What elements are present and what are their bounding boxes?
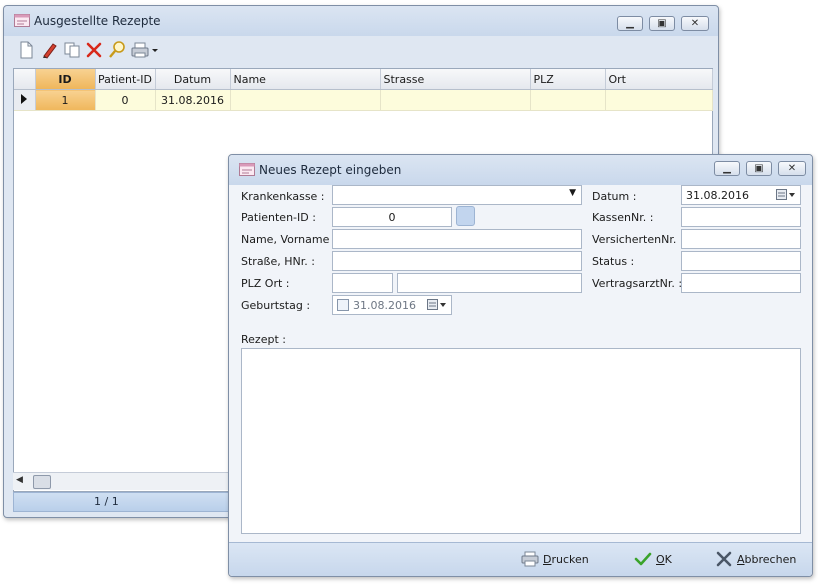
patienten-id-field[interactable]: 0 [332,207,452,227]
label-datum: Datum : [592,190,637,203]
datum-datepicker[interactable]: 31.08.2016 [681,185,801,205]
abbrechen-mnemonic: A [737,553,745,566]
plz-field[interactable] [332,273,393,293]
column-header-plz[interactable]: PLZ [530,69,606,90]
row-selector-header [14,69,36,90]
label-geburtstag: Geburtstag : [241,299,311,312]
column-header-strasse[interactable]: Strasse [380,69,531,90]
minimize-icon: ▁ [723,163,731,174]
column-header-name[interactable]: Name [230,69,381,90]
krankenkasse-combobox[interactable]: ▼ [332,185,582,205]
ort-field[interactable] [397,273,582,293]
close-button[interactable]: ✕ [681,16,709,31]
scrollbar-thumb[interactable] [33,475,51,489]
dialog-close-button[interactable]: ✕ [778,161,806,176]
geburtstag-checkbox[interactable] [337,299,349,311]
checkmark-icon [634,552,652,566]
cell-patient-id[interactable]: 0 [95,89,156,111]
dialog-titlebar[interactable]: Neues Rezept eingeben ▁ ▣ ✕ [229,155,812,185]
toolbar [12,40,182,62]
ok-label-rest: K [664,553,672,566]
scroll-left-icon[interactable]: ◀ [16,475,23,485]
cell-ort[interactable] [605,89,713,111]
printer-icon [521,551,539,567]
dialog-minimize-button[interactable]: ▁ [714,161,740,176]
print-dropdown-icon[interactable] [150,40,160,60]
pager-text: 1 / 1 [94,495,119,508]
drucken-label-rest: rucken [551,553,589,566]
dialog-app-icon [239,163,255,176]
label-strasse: Straße, HNr. : [241,255,315,268]
window-app-icon [14,14,30,27]
cell-name[interactable] [230,89,381,111]
cell-id[interactable]: 1 [35,89,96,111]
label-status: Status : [592,255,635,268]
label-patienten-id: Patienten-ID : [241,211,316,224]
label-vertragsarztnr: VertragsarztNr. : [592,277,683,290]
close-icon: ✕ [787,163,797,174]
label-versichertennr: VersichertenNr. : [592,233,684,246]
ok-button[interactable]: OK [634,551,674,569]
minimize-icon: ▁ [626,18,634,29]
rezept-textarea[interactable] [241,348,801,534]
label-name-vorname: Name, Vorname : [241,233,337,246]
copy-icon[interactable] [62,40,82,60]
dialog-maximize-button[interactable]: ▣ [746,161,772,176]
patient-lookup-button[interactable] [456,206,475,226]
label-plz-ort: PLZ Ort : [241,277,290,290]
vertragsarztnr-field[interactable] [681,273,801,293]
kassennr-field[interactable] [681,207,801,227]
row-indicator[interactable] [14,89,36,111]
maximize-icon: ▣ [754,163,764,174]
grid-header-row: ID Patient-ID Datum Name Strasse PLZ Ort [14,69,713,90]
new-icon[interactable] [16,40,36,60]
minimize-button[interactable]: ▁ [617,16,643,31]
label-krankenkasse: Krankenkasse : [241,190,325,203]
recipes-window-titlebar[interactable]: Ausgestellte Rezepte ▁ ▣ ✕ [4,6,718,36]
maximize-icon: ▣ [657,18,667,29]
chevron-down-icon[interactable]: ▼ [569,188,576,198]
print-icon[interactable] [130,40,150,60]
calendar-dropdown-icon[interactable] [427,299,447,311]
cell-plz[interactable] [530,89,606,111]
status-field[interactable] [681,251,801,271]
record-pager: 1 / 1 [13,492,235,512]
abbrechen-label-rest: bbrechen [744,553,797,566]
strasse-field[interactable] [332,251,582,271]
cancel-x-icon [716,551,732,567]
ok-mnemonic: O [656,553,665,566]
name-vorname-field[interactable] [332,229,582,249]
label-rezept: Rezept : [241,333,286,346]
delete-icon[interactable] [84,40,104,60]
dialog-footer: Drucken OK Abbrechen [229,542,812,576]
calendar-dropdown-icon[interactable] [776,189,796,201]
close-icon: ✕ [690,18,700,29]
horizontal-scrollbar[interactable]: ◀ [13,472,233,490]
column-header-ort[interactable]: Ort [605,69,713,90]
current-row-arrow-icon [21,93,28,104]
cell-datum[interactable]: 31.08.2016 [155,89,231,111]
new-recipe-dialog: Neues Rezept eingeben ▁ ▣ ✕ Krankenkasse… [228,154,813,577]
table-row[interactable]: 1 0 31.08.2016 [14,89,713,111]
drucken-button[interactable]: Drucken [521,551,591,569]
geburtstag-datepicker[interactable]: 31.08.2016 [332,295,452,315]
dialog-title: Neues Rezept eingeben [259,163,402,177]
edit-icon[interactable] [40,40,60,60]
column-header-datum[interactable]: Datum [155,69,231,90]
label-kassennr: KassenNr. : [592,211,654,224]
geburtstag-value: 31.08.2016 [353,299,416,312]
search-icon[interactable] [107,40,127,60]
recipes-window-title: Ausgestellte Rezepte [34,14,161,28]
abbrechen-button[interactable]: Abbrechen [715,551,797,569]
datum-value: 31.08.2016 [686,189,749,202]
cell-strasse[interactable] [380,89,531,111]
versichertennr-field[interactable] [681,229,801,249]
column-header-patient-id[interactable]: Patient-ID [95,69,156,90]
column-header-id[interactable]: ID [35,69,96,90]
maximize-button[interactable]: ▣ [649,16,675,31]
